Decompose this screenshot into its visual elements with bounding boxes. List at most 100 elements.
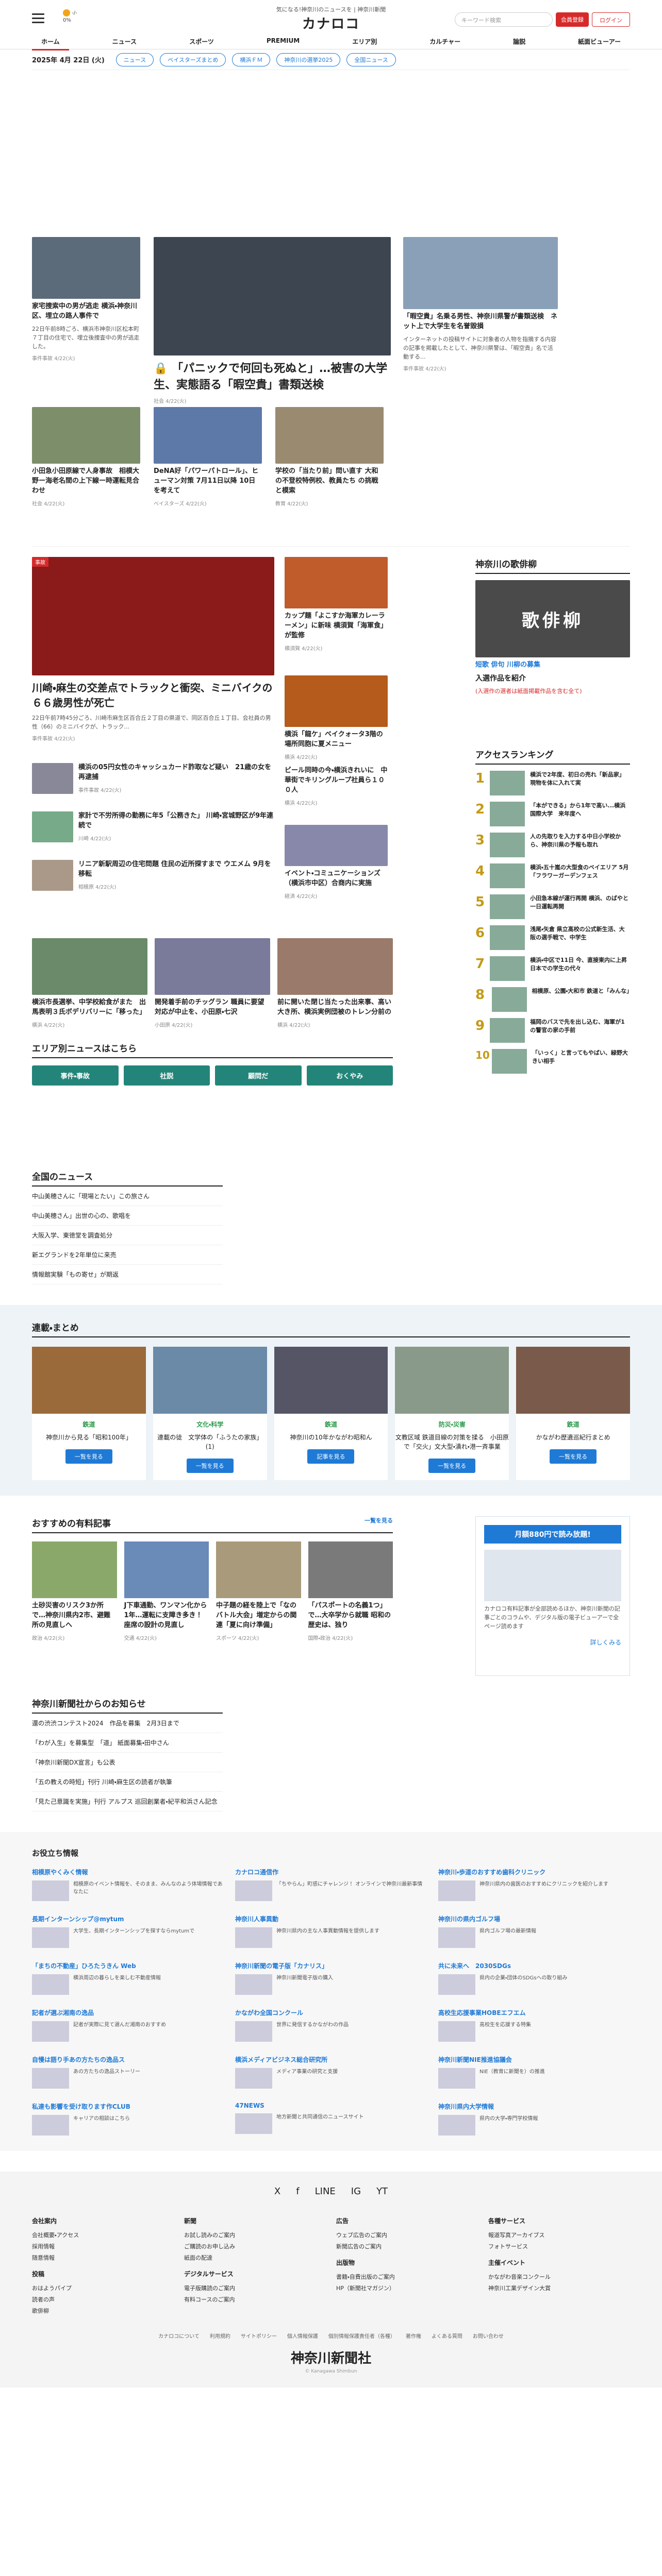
serial-button[interactable]: 一覧を見る [65,1449,112,1464]
footer-col-head[interactable]: 新聞 [184,2216,326,2225]
serial-card[interactable]: 鉄道 神奈川から見る「昭和100年」 一覧を見る [32,1347,146,1480]
nav-premium[interactable]: PREMIUM [257,34,309,50]
footer-link[interactable]: 紙面の配達 [184,2252,326,2263]
footer-link[interactable]: HP（新聞社マガジン） [336,2282,478,2294]
help-item[interactable]: 47NEWS 地方新聞と共同通信のニュースサイト [235,2102,427,2136]
national-item[interactable]: 情報館実験「もの寄せ」が期返 [32,1265,223,1284]
footer-bottom-link[interactable]: 著作権 [406,2332,421,2340]
footer-bottom-link[interactable]: 個人情報保護 [287,2332,318,2340]
notice-item[interactable]: 還の渋渋コンテスト2024 作品を募集 2月3日まで [32,1714,223,1733]
notice-item[interactable]: 「見た己意識を実施」刊行 アルプス 巡回創業者・紀平和浜さん記念 [32,1792,223,1811]
footer-link[interactable]: 電子版購読のご案内 [184,2282,326,2294]
right-article[interactable]: 「暇空貴」名乗る男性、神奈川県警が書類送検 ネット上で大学生を名誉毀損 インター… [403,237,558,372]
area-button[interactable]: 社説 [123,1065,210,1086]
nav-viewer[interactable]: 紙面ビューアー [569,34,630,50]
instagram-icon[interactable]: IG [351,2186,361,2197]
help-item[interactable]: 長期インターンシップ@mytum 大学生、長期インターンシップを探すならmytum… [32,1914,224,1948]
footer-link[interactable]: 会社概要・アクセス [32,2229,174,2241]
serial-button[interactable]: 一覧を見る [428,1459,476,1473]
pill-national[interactable]: 全国ニュース [346,53,396,66]
footer-bottom-link[interactable]: 利用規約 [210,2332,230,2340]
login-button[interactable]: ログイン [592,12,630,27]
mid-side-article[interactable]: カップ麺「よこすか海軍カレーラーメン」に新味 横須賀「海軍食」が監修 横須賀 4… [285,557,388,652]
nav-editorial[interactable]: 論説 [504,34,535,50]
paid-card[interactable]: 土砂災害のリスク3か所で…神奈川県内2市、避難所の見直しへ 政治 4/22(火) [32,1541,117,1641]
mid-bottom-article[interactable]: 開発着手前のチッグラン 職員に要望対応が中止を、小田原・七沢 小田原 4/22(火… [155,938,270,1028]
footer-link[interactable]: 歌俳柳 [32,2305,174,2316]
serial-card[interactable]: 鉄道 神奈川の10年かながわ昭和ん 記事を見る [274,1347,388,1480]
serial-card[interactable]: 文化・科学 連載の徒 文学体の「ふうたの家族」(1) 一覧を見る [153,1347,267,1480]
serial-card[interactable]: 鉄道 かながわ歴遺巡紀行まとめ 一覧を見る [516,1347,630,1480]
pill-election[interactable]: 神奈川の選挙2025 [276,53,341,66]
ranking-item[interactable]: 4 横浜・五十嵐の大型食のベイエリア 5月「フラワーガーデンフェス [475,863,630,888]
footer-bottom-link[interactable]: サイトポリシー [241,2332,277,2340]
footer-link[interactable]: 報道写真アーカイブス [488,2229,630,2241]
help-item[interactable]: カナロコ通信作 「ちやらん」町感にチャレンジ！ オンラインで神奈川最新事情 [235,1868,427,1901]
left-article[interactable]: 家宅捜索中の男が逃走 横浜・神奈川区、埋立の路人事件で 22日午前8時ごろ、横浜… [32,237,140,362]
footer-link[interactable]: ご購読のお申し込み [184,2241,326,2252]
ranking-item[interactable]: 3 人の先取りを入力する中日小学校から、神奈川県の予報も取れ [475,833,630,857]
mid-bottom-article[interactable]: 前に開いた閉じ当たった出来事、高い大き所、横浜実例団被のトレン分前の 横浜 4/2… [277,938,393,1028]
search-input[interactable]: キーワード検索 [455,12,553,27]
area-button[interactable]: おくやみ [306,1065,393,1086]
footer-link[interactable]: 読者の声 [32,2294,174,2305]
footer-link[interactable]: フォトサービス [488,2241,630,2252]
footer-col-head[interactable]: 広告 [336,2216,478,2225]
nav-news[interactable]: ニュース [103,34,146,50]
small-article[interactable]: リニア新駅周辺の住宅問題 住民の近所探すまで ウエメム 9月を移転 相模原 4/2… [32,860,274,901]
nav-home[interactable]: ホーム [32,34,69,50]
footer-col-head[interactable]: 主催イベント [488,2258,630,2267]
help-item[interactable]: 神奈川の県内ゴルフ場 県内ゴルフ場の最新情報 [438,1914,630,1948]
small-article[interactable]: 家計で不労所得の勤務に年5「公務きた」 川崎・宮城野区が9年連続で 川崎 4/22… [32,811,274,853]
footer-bottom-link[interactable]: お問い合わせ [473,2332,504,2340]
notice-item[interactable]: 「五の教えの時短」刊行 川崎・麻生区の読者が執筆 [32,1772,223,1792]
row2-article[interactable]: 小田急小田原線で人身事故 相模大野ー海老名間の上下線ー時運転見合わせ 社会 4/… [32,407,140,507]
footer-col-head[interactable]: 投稿 [32,2269,174,2278]
paid-card[interactable]: J下車通勤、ワンマン化から1年…運転に支障き多き！座席の設計の見直し 交通 4/2… [124,1541,209,1641]
row2-article[interactable]: DeNA好「パワーパトロール」、ヒューマン対策 7月11日以降 10日を考えて … [154,407,262,507]
footer-bottom-link[interactable]: カナロコについて [158,2332,200,2340]
line-icon[interactable]: LINE [315,2186,336,2197]
ranking-item[interactable]: 5 小田急本線が運行再開 横浜、のばやと一日運転再開 [475,894,630,919]
footer-col-head[interactable]: 会社案内 [32,2216,174,2225]
national-item[interactable]: 中山美穂さん」出世の心の、歌唱を [32,1206,223,1226]
help-item[interactable]: 神奈川・歩道のおすすめ歯科クリニック 神奈川県内の歯医のおすすめにクリニックを紹介… [438,1868,630,1901]
nav-culture[interactable]: カルチャー [420,34,470,50]
ranking-item[interactable]: 7 横浜・中区で11日 今、直接東内に上昇 日本での学生の代々 [475,956,630,981]
area-button[interactable]: 事件・事故 [32,1065,119,1086]
help-item[interactable]: 自慢は語り手あの方たちの逸品ス あの方たちの逸品ストーリー [32,2055,224,2089]
footer-link[interactable]: おはようパイプ [32,2282,174,2294]
help-item[interactable]: 神奈川県内大学情報 県内の大学・専門学校情報 [438,2102,630,2136]
footer-link[interactable]: ウェブ広告のご案内 [336,2229,478,2241]
national-item[interactable]: 大阪入学、東徳堂を調査処分 [32,1226,223,1245]
nav-sports[interactable]: スポーツ [180,34,223,50]
national-item[interactable]: 新エグランドを2年単位に来売 [32,1245,223,1265]
ranking-item[interactable]: 9 福岡のバスで先を出し込む、海軍が1の警官の家の手前 [475,1018,630,1043]
help-item[interactable]: 記者が選ぶ湘南の逸品 記者が実際に見て選んだ湘南のおすすめ [32,2008,224,2042]
serial-card[interactable]: 防災・災害 文教区域 鉄道目線の対策を揉る 小田原で「交火」文大型・潰れ・港一斉事… [395,1347,509,1480]
national-item[interactable]: 中山美穂さんに「現場とたい」この旅さん [32,1187,223,1206]
footer-link[interactable]: お試し読みのご案内 [184,2229,326,2241]
row2-article[interactable]: 学校の「当たり前」問い直す 大和の不登校特例校、教員たち の挑戦と模索 教育 4… [275,407,384,507]
footer-link[interactable]: 神奈川工業デザイン大賞 [488,2282,630,2294]
help-item[interactable]: 横浜メディアビジネス総合研究所 メディア事業の研究と支援 [235,2055,427,2089]
senryu-link[interactable]: 入選作品を紹介 [475,673,630,684]
footer-bottom-link[interactable]: よくある質問 [432,2332,462,2340]
footer-link[interactable]: 有料コースのご案内 [184,2294,326,2305]
pill-news[interactable]: ニュース [115,53,154,66]
help-item[interactable]: 神奈川新聞の電子版「カナリス」 神奈川新聞電子版の購入 [235,1961,427,1995]
ranking-item[interactable]: 6 浅尾・矢倉 県立高校の公式新生活、大阪の選手戦で、中学生 [475,925,630,950]
pill-baystars[interactable]: ベイスターズまとめ [160,53,226,66]
notice-item[interactable]: 「わが入生」を募集型 「道」 紙面募集・田中さん [32,1733,223,1753]
subscribe-link[interactable]: 詳しくみる [484,1638,621,1647]
help-item[interactable]: 「まちの不動産」ひろたうきん Web 横浜周辺の暮らしを楽しむ不動産情報 [32,1961,224,1995]
serial-button[interactable]: 一覧を見る [186,1459,234,1473]
mid-side-article[interactable]: イベント・コミュニケーションズ（横浜市中区）合商内に実施 経済 4/22(火) [285,825,388,900]
paid-card[interactable]: 中子題の経を陸上で「なのバトル大会」増定からの関連「夏に向け準備」 スポーツ 4/… [216,1541,301,1641]
footer-col-head[interactable]: 各種サービス [488,2216,630,2225]
help-item[interactable]: 相模原やくみく情報 相模原のイベント情報を、そのまま、みんなのよう体場情報であなた… [32,1868,224,1901]
notice-item[interactable]: 「神奈川新聞DX宣言」も公表 [32,1753,223,1772]
footer-link[interactable]: かながわ音楽コンクール [488,2271,630,2282]
serial-button[interactable]: 記事を見る [307,1449,355,1464]
nav-area[interactable]: エリア別 [343,34,386,50]
